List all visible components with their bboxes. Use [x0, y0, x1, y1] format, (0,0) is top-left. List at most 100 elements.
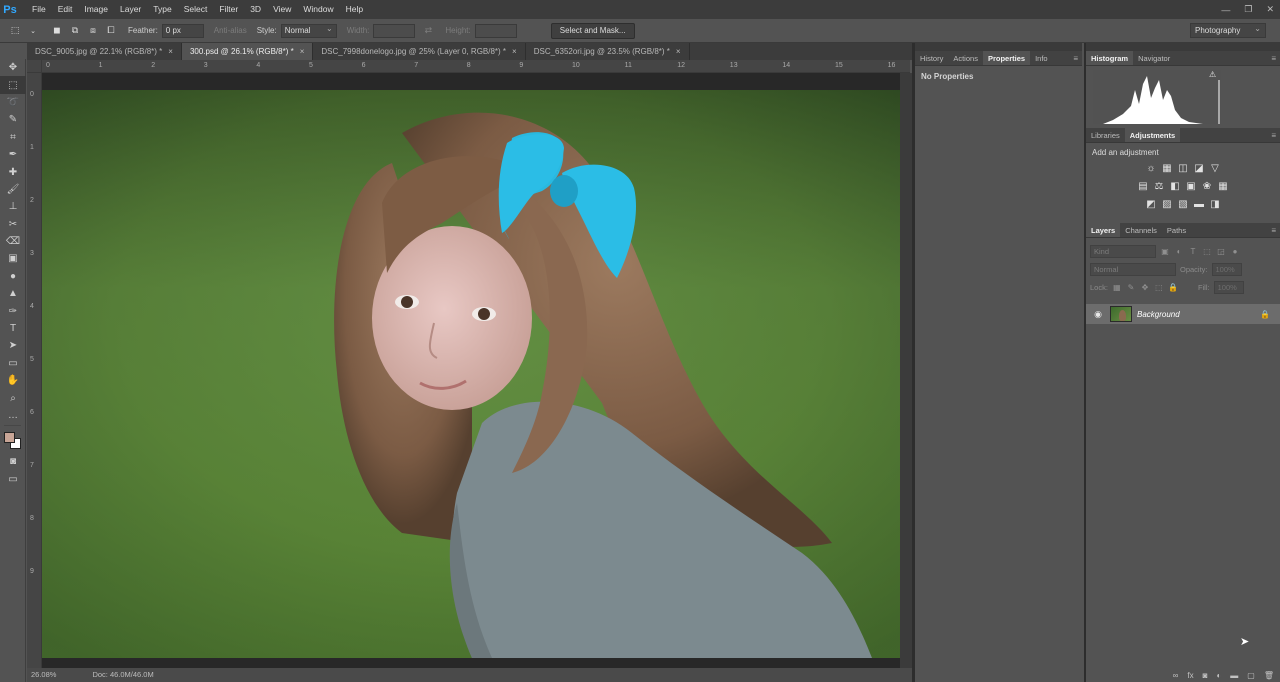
- menu-window[interactable]: Window: [297, 0, 339, 19]
- vibrance-icon[interactable]: ▽: [1209, 162, 1221, 174]
- chevron-down-icon[interactable]: ⌄: [26, 24, 40, 38]
- lock-transparent-icon[interactable]: ▦: [1112, 282, 1122, 292]
- intersect-selection-icon[interactable]: ⧠: [104, 24, 118, 38]
- pen-tool-icon[interactable]: ✑: [0, 302, 26, 319]
- tab-info[interactable]: Info: [1030, 51, 1053, 65]
- document-tab-active[interactable]: 300.psd @ 26.1% (RGB/8*) * ×: [181, 43, 314, 60]
- type-filter-icon[interactable]: T: [1188, 246, 1198, 256]
- menu-file[interactable]: File: [26, 0, 52, 19]
- menu-layer[interactable]: Layer: [114, 0, 147, 19]
- brush-tool-icon[interactable]: 🖌: [0, 181, 26, 198]
- menu-edit[interactable]: Edit: [52, 0, 79, 19]
- crop-tool-icon[interactable]: ⌗: [0, 129, 26, 146]
- close-icon[interactable]: ×: [676, 43, 681, 60]
- quick-selection-tool-icon[interactable]: ✎: [0, 111, 26, 128]
- black-white-icon[interactable]: ◧: [1169, 180, 1181, 192]
- tab-libraries[interactable]: Libraries: [1086, 128, 1125, 142]
- vertical-ruler[interactable]: 0 1 2 3 4 5 6 7 8 9: [27, 73, 42, 668]
- marquee-tool-icon[interactable]: ⬚: [0, 76, 26, 94]
- blur-tool-icon[interactable]: ●: [0, 268, 26, 285]
- levels-icon[interactable]: ▦: [1161, 162, 1173, 174]
- gradient-tool-icon[interactable]: ▣: [0, 250, 26, 267]
- style-select[interactable]: Normal: [280, 23, 337, 38]
- photo-image[interactable]: [42, 73, 910, 668]
- quick-mask-icon[interactable]: ◙: [0, 453, 26, 470]
- lock-artboard-icon[interactable]: ⬚: [1154, 282, 1164, 292]
- foreground-color-swatch[interactable]: [4, 432, 15, 444]
- new-adjustment-icon[interactable]: ◐: [1216, 671, 1221, 680]
- rectangular-marquee-icon[interactable]: ⬚: [8, 24, 22, 38]
- gradient-map-icon[interactable]: ▬: [1193, 198, 1205, 210]
- filter-toggle-icon[interactable]: ●: [1230, 246, 1240, 256]
- document-tab[interactable]: DSC_6352ori.jpg @ 23.5% (RGB/8*) * ×: [526, 43, 690, 60]
- selective-color-icon[interactable]: ◨: [1209, 198, 1221, 210]
- minimize-icon[interactable]: —: [1221, 5, 1230, 15]
- menu-select[interactable]: Select: [178, 0, 214, 19]
- tab-history[interactable]: History: [915, 51, 948, 65]
- new-group-icon[interactable]: ▬: [1230, 671, 1238, 680]
- subtract-selection-icon[interactable]: ⧈: [86, 24, 100, 38]
- lock-position-icon[interactable]: ✥: [1140, 282, 1150, 292]
- zoom-tool-icon[interactable]: ⌕: [0, 389, 26, 406]
- close-icon[interactable]: ×: [300, 43, 305, 60]
- posterize-icon[interactable]: ▨: [1161, 198, 1173, 210]
- more-tools-icon[interactable]: …: [0, 407, 26, 424]
- workspace-select[interactable]: Photography: [1190, 22, 1266, 38]
- close-icon[interactable]: ✕: [1266, 4, 1274, 15]
- fill-input[interactable]: 100%: [1213, 280, 1244, 294]
- eye-icon[interactable]: ◉: [1091, 309, 1105, 320]
- shape-filter-icon[interactable]: ⬚: [1202, 246, 1212, 256]
- smart-object-filter-icon[interactable]: ◲: [1216, 246, 1226, 256]
- tab-paths[interactable]: Paths: [1162, 223, 1191, 237]
- panel-menu-icon[interactable]: ≡: [1271, 128, 1276, 143]
- photo-filter-icon[interactable]: ▣: [1185, 180, 1197, 192]
- new-layer-icon[interactable]: ▢: [1247, 671, 1255, 680]
- width-input[interactable]: [373, 23, 416, 38]
- tab-layers[interactable]: Layers: [1086, 223, 1121, 237]
- hue-saturation-icon[interactable]: ▤: [1137, 180, 1149, 192]
- menu-image[interactable]: Image: [78, 0, 114, 19]
- zoom-level[interactable]: 26.08%: [31, 668, 56, 682]
- menu-view[interactable]: View: [267, 0, 297, 19]
- warning-icon[interactable]: ⚠: [1209, 70, 1216, 79]
- eraser-tool-icon[interactable]: ⌫: [0, 233, 26, 250]
- screen-mode-icon[interactable]: ▭: [0, 471, 26, 488]
- lock-image-icon[interactable]: ✎: [1126, 282, 1136, 292]
- type-tool-icon[interactable]: T: [0, 320, 26, 337]
- eyedropper-tool-icon[interactable]: ✒: [0, 146, 26, 163]
- menu-type[interactable]: Type: [147, 0, 177, 19]
- height-input[interactable]: [474, 23, 517, 38]
- tab-adjustments[interactable]: Adjustments: [1124, 128, 1181, 142]
- curves-icon[interactable]: ◫: [1177, 162, 1189, 174]
- color-balance-icon[interactable]: ⚖: [1153, 180, 1165, 192]
- history-brush-tool-icon[interactable]: ✂: [0, 216, 26, 233]
- menu-help[interactable]: Help: [340, 0, 369, 19]
- close-icon[interactable]: ×: [168, 43, 173, 60]
- blend-mode-select[interactable]: Normal: [1090, 262, 1176, 276]
- layer-kind-filter[interactable]: Kind: [1090, 244, 1156, 258]
- panel-grip[interactable]: [915, 43, 1082, 51]
- tool-preset-picker[interactable]: ⬚ ⌄: [8, 24, 40, 38]
- invert-icon[interactable]: ◩: [1145, 198, 1157, 210]
- shape-tool-icon[interactable]: ▭: [0, 355, 26, 372]
- panel-menu-icon[interactable]: ≡: [1271, 51, 1276, 66]
- menu-3d[interactable]: 3D: [244, 0, 267, 19]
- document-canvas[interactable]: [42, 73, 910, 668]
- add-selection-icon[interactable]: ⧉: [68, 24, 82, 38]
- clone-stamp-tool-icon[interactable]: ⊥: [0, 198, 26, 215]
- pixel-filter-icon[interactable]: ▣: [1160, 246, 1170, 256]
- restore-icon[interactable]: ❐: [1244, 4, 1252, 15]
- vertical-scrollbar[interactable]: [900, 73, 912, 668]
- move-tool-icon[interactable]: ✥: [0, 59, 26, 76]
- lock-all-icon[interactable]: 🔒: [1168, 282, 1178, 292]
- feather-input[interactable]: 0 px: [161, 23, 204, 38]
- tab-channels[interactable]: Channels: [1120, 223, 1162, 237]
- swap-dimensions-icon[interactable]: ⇄: [421, 24, 435, 38]
- tab-properties[interactable]: Properties: [982, 51, 1031, 65]
- exposure-icon[interactable]: ◪: [1193, 162, 1205, 174]
- document-tab[interactable]: DSC_9005.jpg @ 22.1% (RGB/8*) * ×: [27, 43, 182, 60]
- fx-icon[interactable]: fx: [1187, 671, 1193, 680]
- panel-menu-icon[interactable]: ≡: [1073, 51, 1078, 66]
- adjustment-filter-icon[interactable]: ◐: [1174, 246, 1184, 256]
- close-icon[interactable]: ×: [512, 43, 517, 60]
